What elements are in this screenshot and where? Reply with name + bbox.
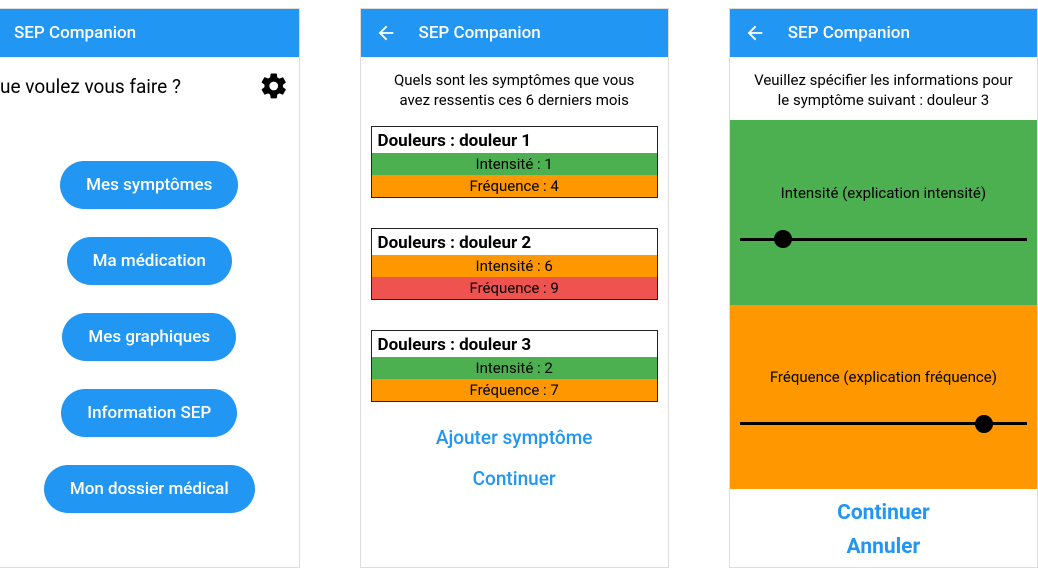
symptom-card[interactable]: Douleurs : douleur 2 Intensité : 6 Fréqu… [371, 228, 658, 300]
screen-home: SEP Companion ue voulez vous faire ? Mes… [0, 8, 300, 568]
intensity-slider[interactable] [740, 238, 1027, 241]
intensity-bar: Intensité : 2 [372, 357, 657, 379]
menu-item-medical-record[interactable]: Mon dossier médical [44, 465, 255, 513]
symptom-list: Douleurs : douleur 1 Intensité : 1 Fréqu… [361, 126, 668, 402]
detail-actions: Continuer Annuler [730, 489, 1037, 567]
menu-item-medication[interactable]: Ma médication [67, 237, 232, 285]
intensity-thumb[interactable] [774, 230, 792, 248]
intensity-bar: Intensité : 1 [372, 153, 657, 175]
continue-button[interactable]: Continuer [837, 501, 930, 525]
app-title: SEP Companion [14, 23, 285, 43]
symptom-actions: Ajouter symptôme Continuer [361, 426, 668, 490]
home-menu: Mes symptômes Ma médication Mes graphiqu… [0, 161, 299, 513]
intensity-label: Intensité (explication intensité) [781, 184, 986, 202]
menu-item-symptoms[interactable]: Mes symptômes [60, 161, 238, 209]
symptom-title: Douleurs : douleur 1 [372, 127, 657, 153]
cancel-button[interactable]: Annuler [847, 535, 921, 559]
detail-subheader: Veuillez spécifier les informations pour… [730, 57, 1037, 120]
home-question: ue voulez vous faire ? [0, 75, 181, 98]
intensity-block: Intensité (explication intensité) [730, 120, 1037, 305]
frequency-block: Fréquence (explication fréquence) [730, 305, 1037, 490]
frequency-bar: Fréquence : 4 [372, 175, 657, 197]
add-symptom-button[interactable]: Ajouter symptôme [436, 426, 593, 449]
appbar: SEP Companion [730, 9, 1037, 57]
app-title: SEP Companion [419, 23, 654, 43]
menu-item-graphs[interactable]: Mes graphiques [62, 313, 236, 361]
symptom-card[interactable]: Douleurs : douleur 3 Intensité : 2 Fréqu… [371, 330, 658, 402]
intensity-bar: Intensité : 6 [372, 255, 657, 277]
symptom-title: Douleurs : douleur 2 [372, 229, 657, 255]
frequency-bar: Fréquence : 9 [372, 277, 657, 299]
frequency-thumb[interactable] [975, 415, 993, 433]
menu-item-info[interactable]: Information SEP [61, 389, 237, 437]
screen-symptom-list: SEP Companion Quels sont les symptômes q… [360, 8, 669, 568]
slider-panel: Intensité (explication intensité) Fréque… [730, 120, 1037, 489]
frequency-slider[interactable] [740, 422, 1027, 425]
screen-symptom-detail: SEP Companion Veuillez spécifier les inf… [729, 8, 1038, 568]
appbar: SEP Companion [361, 9, 668, 57]
back-icon[interactable] [744, 22, 766, 44]
symptom-title: Douleurs : douleur 3 [372, 331, 657, 357]
appbar: SEP Companion [0, 9, 299, 57]
frequency-label: Fréquence (explication fréquence) [770, 368, 997, 386]
frequency-bar: Fréquence : 7 [372, 379, 657, 401]
back-icon[interactable] [375, 22, 397, 44]
symptom-list-subheader: Quels sont les symptômes que vous avez r… [361, 57, 668, 120]
home-question-row: ue voulez vous faire ? [0, 57, 299, 101]
app-title: SEP Companion [788, 23, 1023, 43]
gear-icon[interactable] [259, 71, 289, 101]
symptom-card[interactable]: Douleurs : douleur 1 Intensité : 1 Fréqu… [371, 126, 658, 198]
continue-button[interactable]: Continuer [473, 467, 556, 490]
